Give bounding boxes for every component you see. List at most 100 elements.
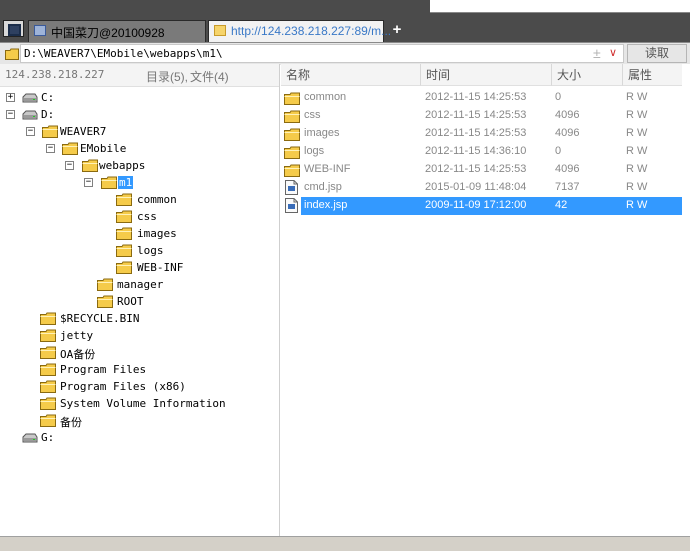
- tree-node[interactable]: − WEAVER7: [0, 123, 279, 140]
- column-header-attr[interactable]: 属性: [622, 64, 682, 86]
- tree-node[interactable]: Program Files (x86): [0, 378, 279, 395]
- tree-node[interactable]: System Volume Information: [0, 395, 279, 412]
- tab-main[interactable]: 中国菜刀@20100928: [28, 20, 206, 42]
- file-size: 0: [555, 91, 562, 103]
- file-size: 7137: [555, 181, 580, 193]
- folder-icon: [40, 312, 56, 325]
- tab-bar: 中国菜刀@20100928 http://124.238.218.227:89/…: [0, 0, 690, 42]
- file-time: 2009-11-09 17:12:00: [425, 199, 527, 211]
- tree-node-label: logs: [137, 244, 164, 257]
- file-icon: [285, 198, 298, 213]
- file-attr: R W: [626, 91, 648, 103]
- file-row[interactable]: common 2012-11-15 14:25:53 0 R W: [281, 89, 682, 107]
- app-icon[interactable]: [3, 20, 24, 37]
- folder-icon: [214, 25, 226, 36]
- tree-node[interactable]: jetty: [0, 327, 279, 344]
- tree-node-label: css: [137, 210, 157, 223]
- file-row[interactable]: WEB-INF 2012-11-15 14:25:53 4096 R W: [281, 161, 682, 179]
- tree-node[interactable]: OA备份: [0, 344, 279, 361]
- file-time: 2012-11-15 14:25:53: [425, 163, 527, 175]
- path-input[interactable]: D:\WEAVER7\EMobile\webapps\m1\ ± ∨: [20, 44, 624, 63]
- tree-node[interactable]: css: [0, 208, 279, 225]
- folder-icon: [116, 261, 132, 274]
- tree-node[interactable]: Program Files: [0, 361, 279, 378]
- file-time: 2015-01-09 11:48:04: [425, 181, 527, 193]
- column-header-name[interactable]: 名称: [281, 64, 420, 86]
- folder-icon: [284, 128, 300, 141]
- chevron-down-icon[interactable]: ∨: [609, 45, 617, 62]
- title-strip: [430, 0, 690, 13]
- file-attr: R W: [626, 109, 648, 121]
- folder-icon: [40, 346, 56, 359]
- tree-node[interactable]: G:: [0, 429, 279, 446]
- collapse-icon[interactable]: −: [84, 178, 93, 187]
- tree-node-label: $RECYCLE.BIN: [60, 312, 140, 325]
- folder-icon: [40, 329, 56, 342]
- tab-label: 中国菜刀@20100928: [51, 26, 165, 40]
- file-attr: R W: [626, 181, 648, 193]
- read-button[interactable]: 读取: [627, 44, 687, 63]
- tree-node[interactable]: manager: [0, 276, 279, 293]
- file-row[interactable]: index.jsp 2009-11-09 17:12:00 42 R W: [281, 197, 682, 215]
- tab-file-manager[interactable]: http://124.238.218.227:89/m...: [208, 20, 391, 42]
- collapse-icon[interactable]: −: [46, 144, 55, 153]
- plus-icon[interactable]: +: [389, 20, 405, 40]
- tree-node-label: OA备份: [60, 348, 96, 361]
- status-bar: [0, 536, 690, 551]
- tree-node[interactable]: − webapps: [0, 157, 279, 174]
- file-row[interactable]: logs 2012-11-15 14:36:10 0 R W: [281, 143, 682, 161]
- tree-node[interactable]: − m1: [0, 174, 279, 191]
- file-row[interactable]: images 2012-11-15 14:25:53 4096 R W: [281, 125, 682, 143]
- folder-icon: [62, 142, 78, 155]
- tree-node[interactable]: − D:: [0, 106, 279, 123]
- tree-node[interactable]: logs: [0, 242, 279, 259]
- file-row[interactable]: cmd.jsp 2015-01-09 11:48:04 7137 R W: [281, 179, 682, 197]
- tree-node[interactable]: ROOT: [0, 293, 279, 310]
- tree-node[interactable]: + C:: [0, 89, 279, 106]
- tree-node[interactable]: $RECYCLE.BIN: [0, 310, 279, 327]
- file-name: css: [304, 109, 321, 121]
- tree-node-label: manager: [117, 278, 164, 291]
- tree-node[interactable]: − EMobile: [0, 140, 279, 157]
- column-header-size[interactable]: 大小: [551, 64, 622, 86]
- file-time: 2012-11-15 14:25:53: [425, 109, 527, 121]
- drive-icon: [22, 110, 38, 120]
- folder-icon: [284, 110, 300, 123]
- host-address: 124.238.218.227: [5, 68, 105, 81]
- tree-node-label: G:: [41, 431, 55, 444]
- tree-header: 124.238.218.227 目录(5), 文件(4): [0, 64, 279, 87]
- collapse-icon[interactable]: −: [6, 110, 15, 119]
- file-attr: R W: [626, 145, 648, 157]
- tree-node[interactable]: WEB-INF: [0, 259, 279, 276]
- directory-tree-pane: 124.238.218.227 目录(5), 文件(4) + C: − D: − WEAVE…: [0, 64, 280, 536]
- folder-icon: [40, 363, 56, 376]
- tree-node-label: images: [137, 227, 177, 240]
- tree-node-label: webapps: [99, 159, 146, 172]
- tree-node-label: WEB-INF: [137, 261, 184, 274]
- expand-icon[interactable]: +: [6, 93, 15, 102]
- drive-icon: [22, 93, 38, 103]
- folder-icon: [40, 380, 56, 393]
- folder-icon: [5, 48, 19, 60]
- file-icon: [285, 180, 298, 195]
- folder-icon: [42, 125, 58, 138]
- column-header-time[interactable]: 时间: [420, 64, 551, 86]
- file-size: 4096: [555, 109, 580, 121]
- plus-minus-icon[interactable]: ±: [593, 45, 601, 62]
- tree-node[interactable]: images: [0, 225, 279, 242]
- file-time: 2012-11-15 14:36:10: [425, 145, 527, 157]
- file-name: WEB-INF: [304, 163, 351, 175]
- collapse-icon[interactable]: −: [65, 161, 74, 170]
- file-time: 2012-11-15 14:25:53: [425, 91, 527, 103]
- folder-icon: [284, 92, 300, 105]
- tree-node[interactable]: common: [0, 191, 279, 208]
- tree-node-label: common: [137, 193, 177, 206]
- file-time: 2012-11-15 14:25:53: [425, 127, 527, 139]
- file-size: 4096: [555, 127, 580, 139]
- file-row[interactable]: css 2012-11-15 14:25:53 4096 R W: [281, 107, 682, 125]
- tree-node-label: ROOT: [117, 295, 144, 308]
- tree-node[interactable]: 备份: [0, 412, 279, 429]
- folder-icon: [116, 210, 132, 223]
- collapse-icon[interactable]: −: [26, 127, 35, 136]
- file-attr: R W: [626, 127, 648, 139]
